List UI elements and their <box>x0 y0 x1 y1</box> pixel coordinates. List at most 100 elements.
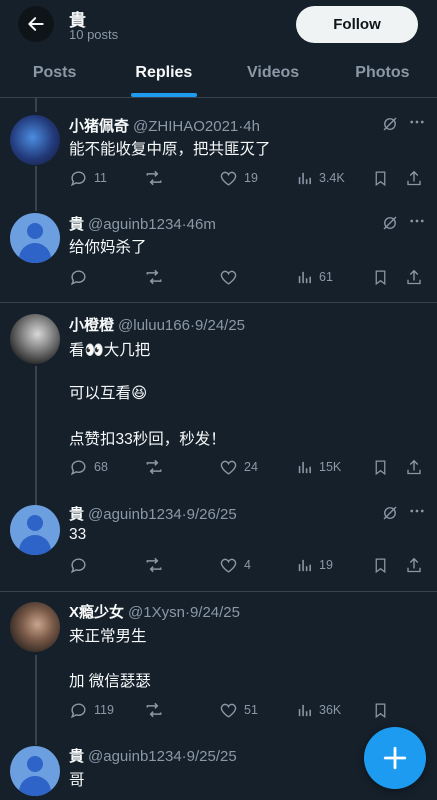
views-button[interactable]: 3.4K <box>296 167 345 189</box>
reply-button[interactable] <box>69 266 94 288</box>
avatar[interactable] <box>10 602 60 652</box>
views-button[interactable]: 19 <box>296 554 333 576</box>
follow-button[interactable]: Follow <box>296 6 418 43</box>
share-button[interactable] <box>405 456 423 478</box>
display-name[interactable]: X瘾少女 <box>69 604 124 621</box>
reply-icon <box>70 702 86 718</box>
bookmark-button[interactable] <box>372 456 389 478</box>
repost-button[interactable] <box>144 554 164 576</box>
like-button[interactable]: 51 <box>219 699 258 721</box>
repost-icon <box>146 170 162 186</box>
tab-videos[interactable]: Videos <box>219 49 328 97</box>
display-name[interactable]: 貴 <box>69 506 84 523</box>
like-button[interactable]: 4 <box>219 554 251 576</box>
more-button[interactable] <box>408 502 426 525</box>
bookmark-button[interactable] <box>372 167 389 189</box>
action-bar: 11 19 3.4K <box>0 167 437 189</box>
post-text: 能不能收复中原，把共匪灭了 <box>69 141 271 158</box>
repost-icon <box>146 269 162 285</box>
avatar[interactable] <box>10 505 60 555</box>
username[interactable]: @1Xysn <box>128 604 185 621</box>
timestamp[interactable]: 4h <box>243 118 260 135</box>
tab-photos[interactable]: Photos <box>328 49 437 97</box>
reply-button[interactable]: 68 <box>69 456 108 478</box>
bookmark-button[interactable] <box>372 699 389 721</box>
display-name[interactable]: 小猪佩奇 <box>69 118 129 135</box>
repost-button[interactable] <box>144 456 164 478</box>
avatar[interactable] <box>10 115 60 165</box>
timestamp[interactable]: 9/24/25 <box>195 317 245 334</box>
avatar[interactable] <box>10 213 60 263</box>
views-button[interactable]: 61 <box>296 266 333 288</box>
display-name[interactable]: 小橙橙 <box>69 317 114 334</box>
post-meta: 小猪佩奇 @ZHIHAO2021·4h <box>69 118 260 135</box>
post-meta: 貴 @aguinb1234·9/25/25 <box>69 748 237 765</box>
reply-button[interactable]: 119 <box>69 699 114 721</box>
more-icon <box>410 219 424 223</box>
username[interactable]: @ZHIHAO2021 <box>133 118 238 135</box>
avatar[interactable] <box>10 314 60 364</box>
post-meta: 貴 @aguinb1234·46m <box>69 216 216 233</box>
share-button[interactable] <box>405 554 423 576</box>
share-icon <box>407 557 421 572</box>
back-button[interactable] <box>18 6 54 42</box>
share-icon <box>407 269 421 284</box>
heart-icon <box>220 703 237 718</box>
display-name[interactable]: 貴 <box>69 216 84 233</box>
timestamp[interactable]: 9/25/25 <box>187 748 237 765</box>
reply-icon <box>70 459 86 475</box>
bookmark-icon <box>375 269 386 285</box>
timestamp[interactable]: 46m <box>187 216 216 233</box>
reply-button[interactable] <box>69 554 94 576</box>
reply-button[interactable]: 11 <box>69 167 107 189</box>
repost-button[interactable] <box>144 167 164 189</box>
display-name[interactable]: 貴 <box>69 748 84 765</box>
bookmark-button[interactable] <box>372 554 389 576</box>
more-button[interactable] <box>408 113 426 136</box>
thread-line <box>35 98 37 112</box>
like-button[interactable] <box>219 266 244 288</box>
bookmark-icon <box>375 702 386 718</box>
thread-line <box>35 366 37 506</box>
username[interactable]: @aguinb1234 <box>88 216 182 233</box>
post-text: 加 微信瑟瑟 <box>69 673 151 690</box>
share-button[interactable] <box>405 266 423 288</box>
more-icon <box>410 509 424 513</box>
grok-button[interactable] <box>381 214 399 237</box>
more-button[interactable] <box>408 212 426 235</box>
thread-divider <box>0 591 437 592</box>
tab-replies[interactable]: Replies <box>109 49 218 97</box>
grok-button[interactable] <box>381 115 399 138</box>
action-bar: 4 19 <box>0 554 437 576</box>
timestamp[interactable]: 9/26/25 <box>187 506 237 523</box>
repost-icon <box>146 557 162 573</box>
compose-button[interactable] <box>364 727 426 789</box>
bookmark-icon <box>375 557 386 573</box>
tab-posts[interactable]: Posts <box>0 49 109 97</box>
profile-header: 貴 10 posts Follow <box>0 0 437 49</box>
username[interactable]: @aguinb1234 <box>88 506 182 523</box>
username[interactable]: @aguinb1234 <box>88 748 182 765</box>
share-button[interactable] <box>405 167 423 189</box>
repost-icon <box>146 702 162 718</box>
grok-icon <box>383 216 397 230</box>
post-text: 看👀大几把 <box>69 342 151 359</box>
reply-icon <box>70 170 86 186</box>
repost-button[interactable] <box>144 266 164 288</box>
avatar[interactable] <box>10 746 60 796</box>
views-button[interactable]: 15K <box>296 456 341 478</box>
more-icon <box>410 120 424 124</box>
heart-icon <box>220 270 237 285</box>
views-button[interactable]: 36K <box>296 699 341 721</box>
arrow-left-icon <box>28 17 44 31</box>
action-bar: 119 51 36K <box>0 699 437 721</box>
bookmark-icon <box>375 459 386 475</box>
grok-button[interactable] <box>381 504 399 527</box>
like-button[interactable]: 19 <box>219 167 258 189</box>
bookmark-button[interactable] <box>372 266 389 288</box>
username[interactable]: @luluu166 <box>118 317 190 334</box>
like-button[interactable]: 24 <box>219 456 258 478</box>
repost-button[interactable] <box>144 699 164 721</box>
timestamp[interactable]: 9/24/25 <box>190 604 240 621</box>
views-icon <box>298 559 311 571</box>
